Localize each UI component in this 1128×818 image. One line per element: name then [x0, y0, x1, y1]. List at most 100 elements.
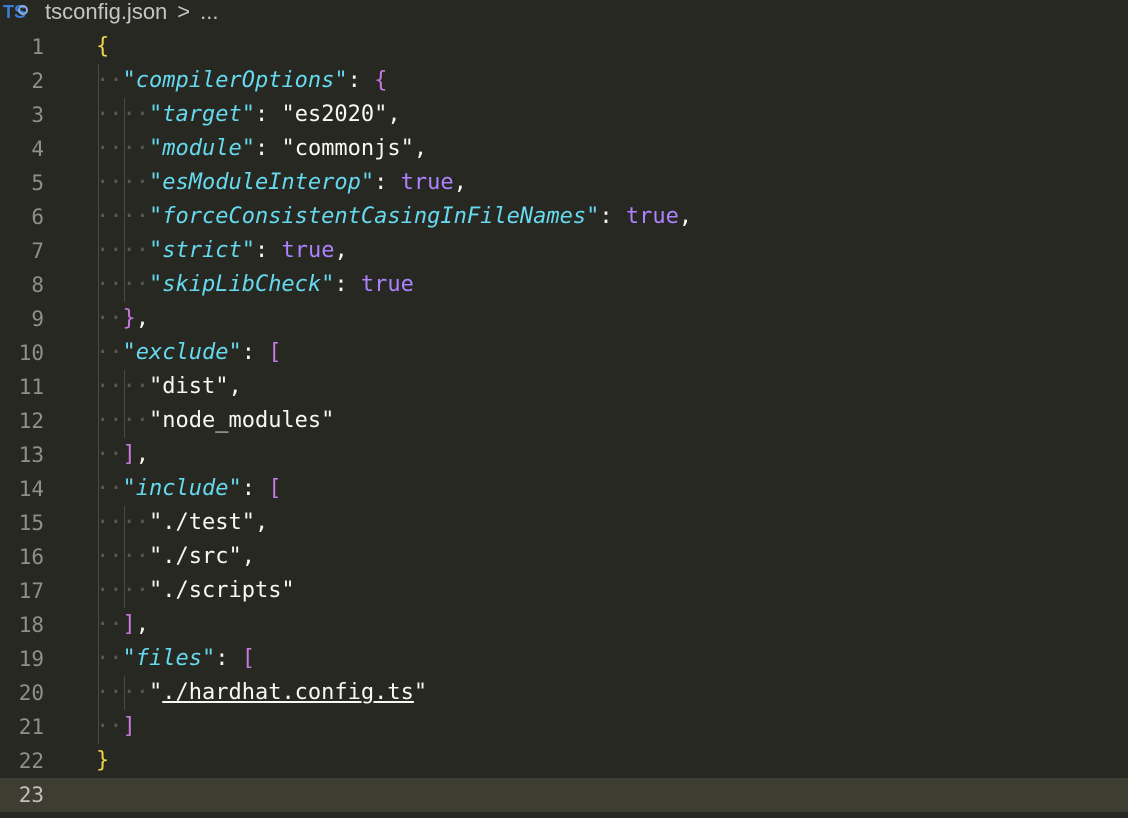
- indent-guide: [98, 370, 99, 404]
- whitespace-dots: ····: [96, 544, 149, 569]
- code-line[interactable]: 9 ··},: [0, 302, 1128, 336]
- json-key: "forceConsistentCasingInFileNames": [148, 204, 600, 229]
- code-line[interactable]: 16 ····"./src",: [0, 540, 1128, 574]
- line-number: 16: [18, 545, 44, 569]
- whitespace-dots: ····: [96, 238, 149, 263]
- line-number: 21: [18, 715, 44, 739]
- code-line[interactable]: 20 ····"./hardhat.config.ts": [0, 676, 1128, 710]
- whitespace-dots: ····: [96, 170, 149, 195]
- code-line[interactable]: 1{: [0, 30, 1128, 64]
- json-bracket: }: [122, 306, 136, 331]
- code-line[interactable]: 8 ····"skipLibCheck": true: [0, 268, 1128, 302]
- code-line[interactable]: 10 ··"exclude": [: [0, 336, 1128, 370]
- json-key: "esModuleInterop": [148, 170, 375, 195]
- line-number: 11: [18, 375, 44, 399]
- json-string: "commonjs": [281, 136, 414, 161]
- code-line[interactable]: 11 ····"dist",: [0, 370, 1128, 404]
- line-content: ····"module": "commonjs",: [96, 132, 427, 166]
- json-bracket: [: [268, 476, 282, 501]
- indent-guide: [124, 268, 126, 302]
- json-punctuation: :: [254, 136, 282, 161]
- json-key: "skipLibCheck": [148, 272, 335, 297]
- code-line[interactable]: 21 ··]: [0, 710, 1128, 744]
- line-content: }: [96, 744, 109, 778]
- line-number: 19: [18, 647, 44, 671]
- line-number: 7: [31, 239, 44, 263]
- line-content: ··]: [96, 710, 136, 744]
- code-line[interactable]: 2 ··"compilerOptions": {: [0, 64, 1128, 98]
- typescript-config-icon: TS: [3, 2, 28, 22]
- whitespace-dots: ··: [96, 306, 123, 331]
- line-content: ····"strict": true,: [96, 234, 348, 268]
- indent-guide: [124, 676, 126, 710]
- json-bracket: }: [96, 748, 110, 773]
- line-content: ····"./src",: [96, 540, 255, 574]
- whitespace-dots: ··: [96, 68, 123, 93]
- whitespace-dots: ····: [96, 374, 149, 399]
- line-number: 6: [31, 205, 44, 229]
- code-line[interactable]: 7 ····"strict": true,: [0, 234, 1128, 268]
- json-bracket: ]: [122, 612, 136, 637]
- json-punctuation: :: [347, 68, 375, 93]
- json-punctuation: ,: [453, 170, 467, 195]
- json-punctuation: :: [241, 340, 269, 365]
- line-number: 15: [18, 511, 44, 535]
- code-line[interactable]: 13 ··],: [0, 438, 1128, 472]
- code-line[interactable]: 23: [0, 778, 1128, 812]
- line-number: 20: [18, 681, 44, 705]
- code-line[interactable]: 17 ····"./scripts": [0, 574, 1128, 608]
- json-string: "./src": [148, 544, 242, 569]
- json-punctuation: :: [254, 102, 282, 127]
- indent-guide: [98, 438, 99, 472]
- indent-guide: [98, 642, 99, 676]
- breadcrumb-more[interactable]: ...: [200, 0, 218, 25]
- indent-guide: [98, 132, 99, 166]
- json-key: "target": [148, 102, 255, 127]
- line-content: ··"compilerOptions": {: [96, 64, 387, 98]
- json-bracket: {: [96, 34, 110, 59]
- indent-guide: [124, 370, 126, 404]
- code-line[interactable]: 14 ··"include": [: [0, 472, 1128, 506]
- indent-guide: [98, 302, 99, 336]
- whitespace-dots: ····: [96, 272, 149, 297]
- indent-guide: [98, 404, 99, 438]
- json-punctuation: :: [254, 238, 282, 263]
- line-number: 9: [31, 307, 44, 331]
- json-punctuation: ,: [413, 136, 428, 161]
- line-number: 22: [18, 749, 44, 773]
- line-content: ··],: [96, 608, 149, 642]
- line-number: 1: [31, 35, 44, 59]
- indent-guide: [98, 676, 99, 710]
- code-line[interactable]: 22}: [0, 744, 1128, 778]
- json-string: "./scripts": [148, 578, 295, 603]
- whitespace-dots: ··: [96, 714, 123, 739]
- json-string: ": [413, 680, 428, 705]
- indent-guide: [124, 132, 126, 166]
- code-line[interactable]: 3 ····"target": "es2020",: [0, 98, 1128, 132]
- code-line[interactable]: 19 ··"files": [: [0, 642, 1128, 676]
- code-line[interactable]: 5 ····"esModuleInterop": true,: [0, 166, 1128, 200]
- json-punctuation: ,: [135, 306, 149, 331]
- json-string: "es2020": [281, 102, 388, 127]
- code-line[interactable]: 12 ····"node_modules": [0, 404, 1128, 438]
- json-key: "compilerOptions": [122, 68, 348, 93]
- line-content: ····"forceConsistentCasingInFileNames": …: [96, 200, 692, 234]
- code-line[interactable]: 15 ····"./test",: [0, 506, 1128, 540]
- whitespace-dots: ····: [96, 136, 149, 161]
- file-link[interactable]: ./hardhat.config.ts: [162, 680, 414, 705]
- indent-guide: [98, 268, 99, 302]
- breadcrumb-file-name[interactable]: tsconfig.json: [45, 0, 167, 25]
- code-line[interactable]: 18 ··],: [0, 608, 1128, 642]
- json-string: "dist": [148, 374, 229, 399]
- json-punctuation: ,: [678, 204, 693, 229]
- indent-guide: [124, 540, 126, 574]
- line-content: ··],: [96, 438, 149, 472]
- line-number: 13: [18, 443, 44, 467]
- whitespace-dots: ··: [96, 476, 123, 501]
- indent-guide: [98, 98, 99, 132]
- code-line[interactable]: 4 ····"module": "commonjs",: [0, 132, 1128, 166]
- code-editor[interactable]: 1{2 ··"compilerOptions": {3 ····"target": …: [0, 30, 1128, 812]
- code-line[interactable]: 6 ····"forceConsistentCasingInFileNames":…: [0, 200, 1128, 234]
- line-number: 8: [31, 273, 44, 297]
- indent-guide: [98, 608, 99, 642]
